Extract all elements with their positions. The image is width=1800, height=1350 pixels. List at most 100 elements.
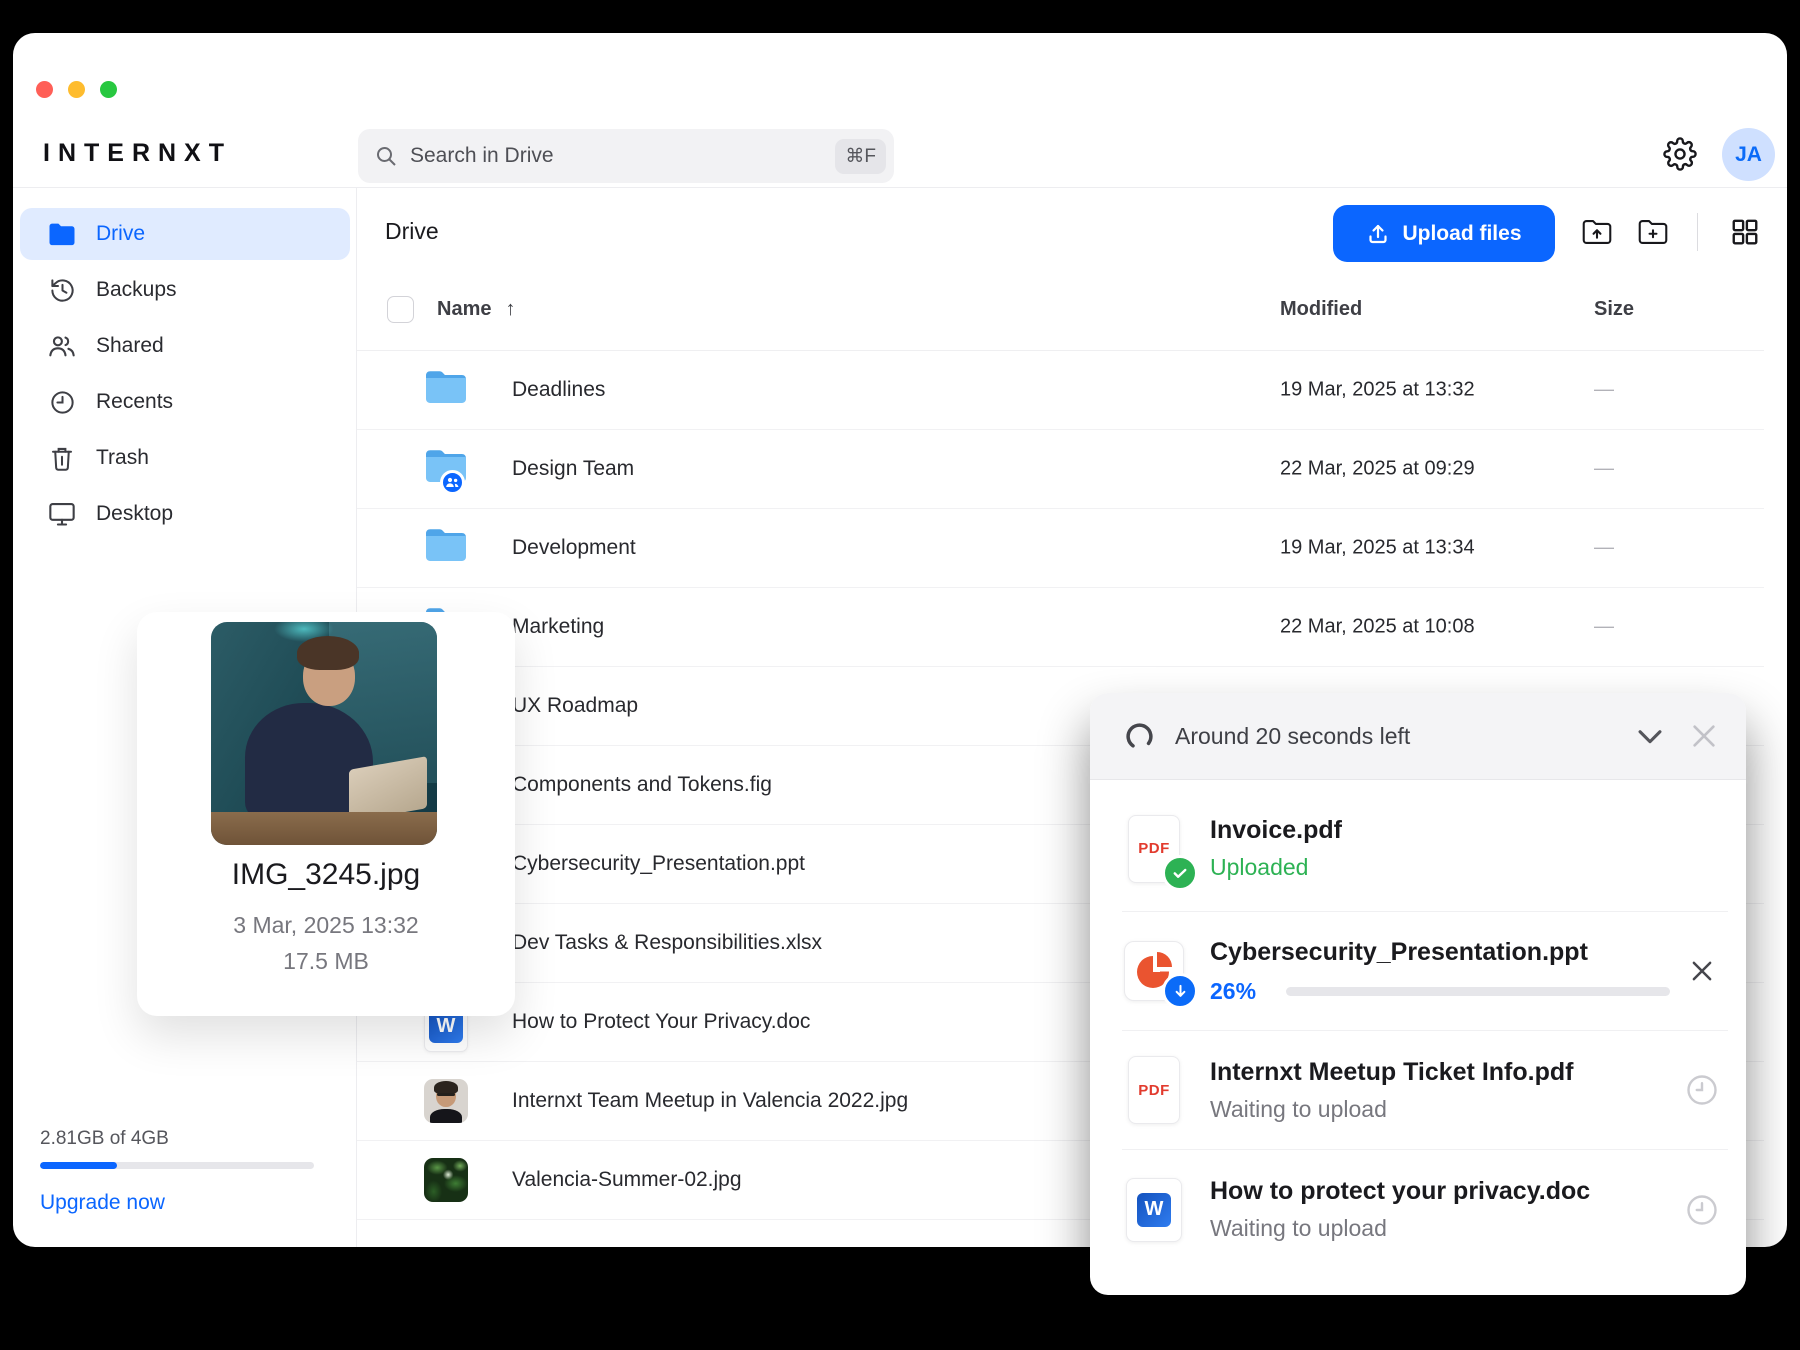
table-row[interactable]: Development 19 Mar, 2025 at 13:34 — <box>357 509 1764 588</box>
upload-progress-track <box>1286 986 1670 996</box>
table-row[interactable]: Design Team 22 Mar, 2025 at 09:29 — <box>357 430 1764 509</box>
search-input[interactable]: Search in Drive ⌘F <box>358 129 894 183</box>
file-size: — <box>1594 457 1614 480</box>
upload-item: PDF Invoice.pdf Uploaded <box>1122 786 1728 912</box>
file-name: Design Team <box>512 457 635 480</box>
upload-item-name: Invoice.pdf <box>1210 816 1342 844</box>
storage-widget: 2.81GB of 4GB Upgrade now <box>40 1128 314 1215</box>
settings-gear-icon[interactable] <box>1663 137 1697 171</box>
shared-folder-icon <box>424 447 468 495</box>
preview-size: 17.5 MB <box>283 948 369 974</box>
file-modified: 22 Mar, 2025 at 10:08 <box>1280 615 1475 638</box>
file-name: Cybersecurity_Presentation.ppt <box>512 852 805 875</box>
sidebar-item-label: Shared <box>96 334 164 357</box>
toolbar-divider <box>1697 213 1698 251</box>
sidebar-item-shared[interactable]: Shared <box>20 320 350 372</box>
waiting-clock-icon <box>1680 1192 1724 1228</box>
storage-usage-text: 2.81GB of 4GB <box>40 1128 169 1149</box>
file-size: — <box>1594 615 1614 638</box>
file-name: Marketing <box>512 615 605 638</box>
preview-image <box>211 622 437 845</box>
grid-view-icon[interactable] <box>1730 217 1760 247</box>
file-name: Deadlines <box>512 378 606 401</box>
internxt-logo: INTERNXT <box>43 139 232 167</box>
sidebar-item-backups[interactable]: Backups <box>20 264 350 316</box>
pdf-file-icon: PDF <box>1122 814 1198 891</box>
sidebar-item-drive[interactable]: Drive <box>20 208 350 260</box>
drive-folder-icon <box>47 219 77 249</box>
recents-clock-icon <box>47 387 77 417</box>
table-row[interactable]: Marketing 22 Mar, 2025 at 10:08 — <box>357 588 1764 667</box>
shared-people-icon <box>47 331 77 361</box>
file-name: Internxt Team Meetup in Valencia 2022.jp… <box>512 1089 909 1112</box>
file-name: Development <box>512 536 636 559</box>
desktop-monitor-icon <box>47 499 77 529</box>
upload-item-status: Waiting to upload <box>1210 1095 1387 1122</box>
sidebar-item-desktop[interactable]: Desktop <box>20 488 350 540</box>
backups-history-icon <box>47 275 77 305</box>
file-name: Components and Tokens.fig <box>512 773 772 796</box>
upload-item: Cybersecurity_Presentation.ppt 26% <box>1122 912 1728 1031</box>
app-window: INTERNXT Search in Drive ⌘F JA Drive Bac… <box>13 33 1787 1295</box>
upload-icon <box>1369 224 1388 243</box>
column-header-modified[interactable]: Modified <box>1280 298 1362 321</box>
file-name: How to Protect Your Privacy.doc <box>512 1010 811 1033</box>
file-modified: 19 Mar, 2025 at 13:32 <box>1280 378 1475 401</box>
file-modified: 19 Mar, 2025 at 13:34 <box>1280 536 1475 559</box>
folder-icon <box>424 526 468 570</box>
desktop-background: { "window": { "brand": "INTERNXT", "traf… <box>0 0 1800 1350</box>
close-panel-button[interactable] <box>1684 716 1724 756</box>
pdf-file-icon: PDF <box>1122 1056 1186 1124</box>
storage-progress-track <box>40 1162 314 1169</box>
uploaded-check-icon <box>1162 854 1198 891</box>
select-all-checkbox[interactable] <box>387 296 414 323</box>
sidebar-item-label: Drive <box>96 222 146 245</box>
column-header-name[interactable]: Name ↑ <box>437 298 515 321</box>
powerpoint-file-icon <box>1122 941 1198 1009</box>
upload-item-name: Internxt Meetup Ticket Info.pdf <box>1210 1057 1574 1086</box>
search-placeholder: Search in Drive <box>410 144 554 167</box>
upload-item-name: Cybersecurity_Presentation.ppt <box>1210 937 1588 966</box>
column-header-size[interactable]: Size <box>1594 298 1634 321</box>
sort-ascending-icon: ↑ <box>505 298 516 320</box>
photo-thumbnail <box>424 1158 468 1202</box>
shared-badge-icon <box>440 470 465 495</box>
sidebar-item-label: Recents <box>96 390 174 413</box>
trash-icon <box>47 443 77 473</box>
new-folder-icon[interactable] <box>1638 217 1668 247</box>
word-file-icon: W <box>1122 1177 1186 1242</box>
file-modified: 22 Mar, 2025 at 09:29 <box>1280 457 1475 480</box>
sidebar-item-label: Trash <box>96 446 149 469</box>
preview-filename: IMG_3245.jpg <box>231 858 421 891</box>
search-icon <box>377 147 396 166</box>
upload-files-button[interactable]: Upload files <box>1333 205 1555 262</box>
close-icon <box>1693 725 1715 747</box>
upload-item: W How to protect your privacy.doc Waitin… <box>1122 1150 1728 1269</box>
sidebar-item-label: Backups <box>96 278 177 301</box>
user-avatar[interactable]: JA <box>1722 128 1775 181</box>
upload-files-label: Upload files <box>1402 221 1522 245</box>
file-size: — <box>1594 378 1614 401</box>
file-preview-card: IMG_3245.jpg 3 Mar, 2025 13:32 17.5 MB <box>137 612 515 1016</box>
search-shortcut-badge: ⌘F <box>835 138 886 174</box>
close-icon <box>1692 961 1712 981</box>
cancel-upload-button[interactable] <box>1680 956 1724 986</box>
storage-progress-fill <box>40 1162 117 1169</box>
photo-thumbnail <box>424 1079 468 1123</box>
sidebar-item-trash[interactable]: Trash <box>20 432 350 484</box>
upload-item-name: How to protect your privacy.doc <box>1210 1177 1591 1205</box>
folder-icon <box>424 368 468 412</box>
sidebar-item-recents[interactable]: Recents <box>20 376 350 428</box>
file-name: UX Roadmap <box>512 694 639 717</box>
upload-folder-icon[interactable] <box>1582 217 1612 247</box>
table-row[interactable]: Deadlines 19 Mar, 2025 at 13:32 — <box>357 351 1764 430</box>
collapse-panel-button[interactable] <box>1630 716 1670 756</box>
spinner-icon <box>1126 722 1153 750</box>
file-size: — <box>1594 536 1614 559</box>
upload-panel-header: Around 20 seconds left <box>1090 693 1746 780</box>
uploading-arrow-icon <box>1162 973 1198 1009</box>
upload-item-status: Uploaded <box>1210 854 1309 880</box>
upload-item: PDF Internxt Meetup Ticket Info.pdf Wait… <box>1122 1031 1728 1150</box>
waiting-clock-icon <box>1680 1072 1724 1108</box>
upgrade-now-link[interactable]: Upgrade now <box>40 1191 314 1215</box>
